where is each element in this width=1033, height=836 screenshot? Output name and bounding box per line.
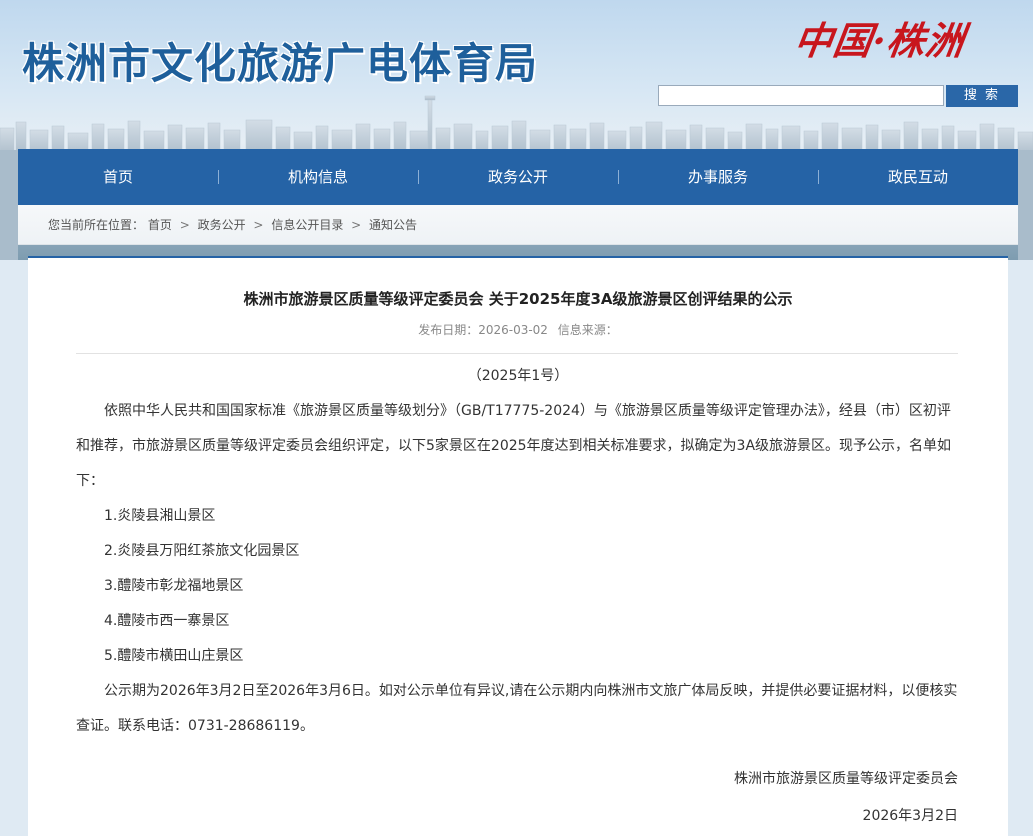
article-title: 株洲市旅游景区质量等级评定委员会 关于2025年度3A级旅游景区创评结果的公示 <box>243 290 793 308</box>
breadcrumb-label: 您当前所在位置： <box>48 218 145 232</box>
nav-item-government-affairs[interactable]: 政务公开 <box>418 149 618 205</box>
list-item: 1.炎陵县湘山景区 <box>104 508 216 524</box>
nav-item-home[interactable]: 首页 <box>18 149 218 205</box>
list-item: 2.炎陵县万阳红茶旅文化园景区 <box>104 543 300 559</box>
signature: 株洲市旅游景区质量等级评定委员会 <box>734 771 958 787</box>
breadcrumb-notices[interactable]: 通知公告 <box>369 205 417 245</box>
doc-number: （2025年1号） <box>467 368 569 384</box>
publish-date: 发布日期：2026-03-02 <box>418 323 548 337</box>
breadcrumb-home[interactable]: 首页 <box>148 205 172 245</box>
nav-item-services[interactable]: 办事服务 <box>618 149 818 205</box>
article-meta: 发布日期：2026-03-02 信息来源： <box>28 321 1008 338</box>
zhuzhou-logo: 中国·株洲 <box>791 18 968 63</box>
intro-paragraph: 依照中华人民共和国国家标准《旅游景区质量等级划分》（GB/T17775-2024… <box>76 403 952 489</box>
list-item: 3.醴陵市彰龙福地景区 <box>104 578 244 594</box>
breadcrumb-separator: > <box>179 218 190 232</box>
search-button[interactable]: 搜 索 <box>946 85 1018 107</box>
list-item: 4.醴陵市西一寨景区 <box>104 613 230 629</box>
breadcrumb-government-affairs[interactable]: 政务公开 <box>198 205 246 245</box>
sign-date: 2026年3月2日 <box>862 808 958 824</box>
notice-paragraph: 公示期为2026年3月2日至2026年3月6日。如对公示单位有异议,请在公示期内… <box>76 683 958 734</box>
site-title: 株洲市文化旅游广电体育局 <box>22 39 539 88</box>
article-body: （2025年1号） 依照中华人民共和国国家标准《旅游景区质量等级划分》（GB/T… <box>76 359 960 744</box>
nav-item-organization[interactable]: 机构信息 <box>218 149 418 205</box>
nav-item-interaction[interactable]: 政民互动 <box>818 149 1018 205</box>
breadcrumb-separator: > <box>351 218 362 232</box>
article-panel: 株洲市旅游景区质量等级评定委员会 关于2025年度3A级旅游景区创评结果的公示 … <box>28 256 1008 836</box>
breadcrumb-info-directory[interactable]: 信息公开目录 <box>271 205 343 245</box>
search-input[interactable] <box>658 85 944 106</box>
breadcrumb-separator: > <box>253 218 264 232</box>
breadcrumb: 您当前所在位置： 首页 > 政务公开 > 信息公开目录 > 通知公告 <box>18 205 1018 245</box>
title-divider <box>76 353 958 354</box>
main-nav: 首页 机构信息 政务公开 办事服务 政民互动 <box>18 149 1018 205</box>
info-source: 信息来源： <box>557 323 618 337</box>
list-item: 5.醴陵市横田山庄景区 <box>104 648 244 664</box>
